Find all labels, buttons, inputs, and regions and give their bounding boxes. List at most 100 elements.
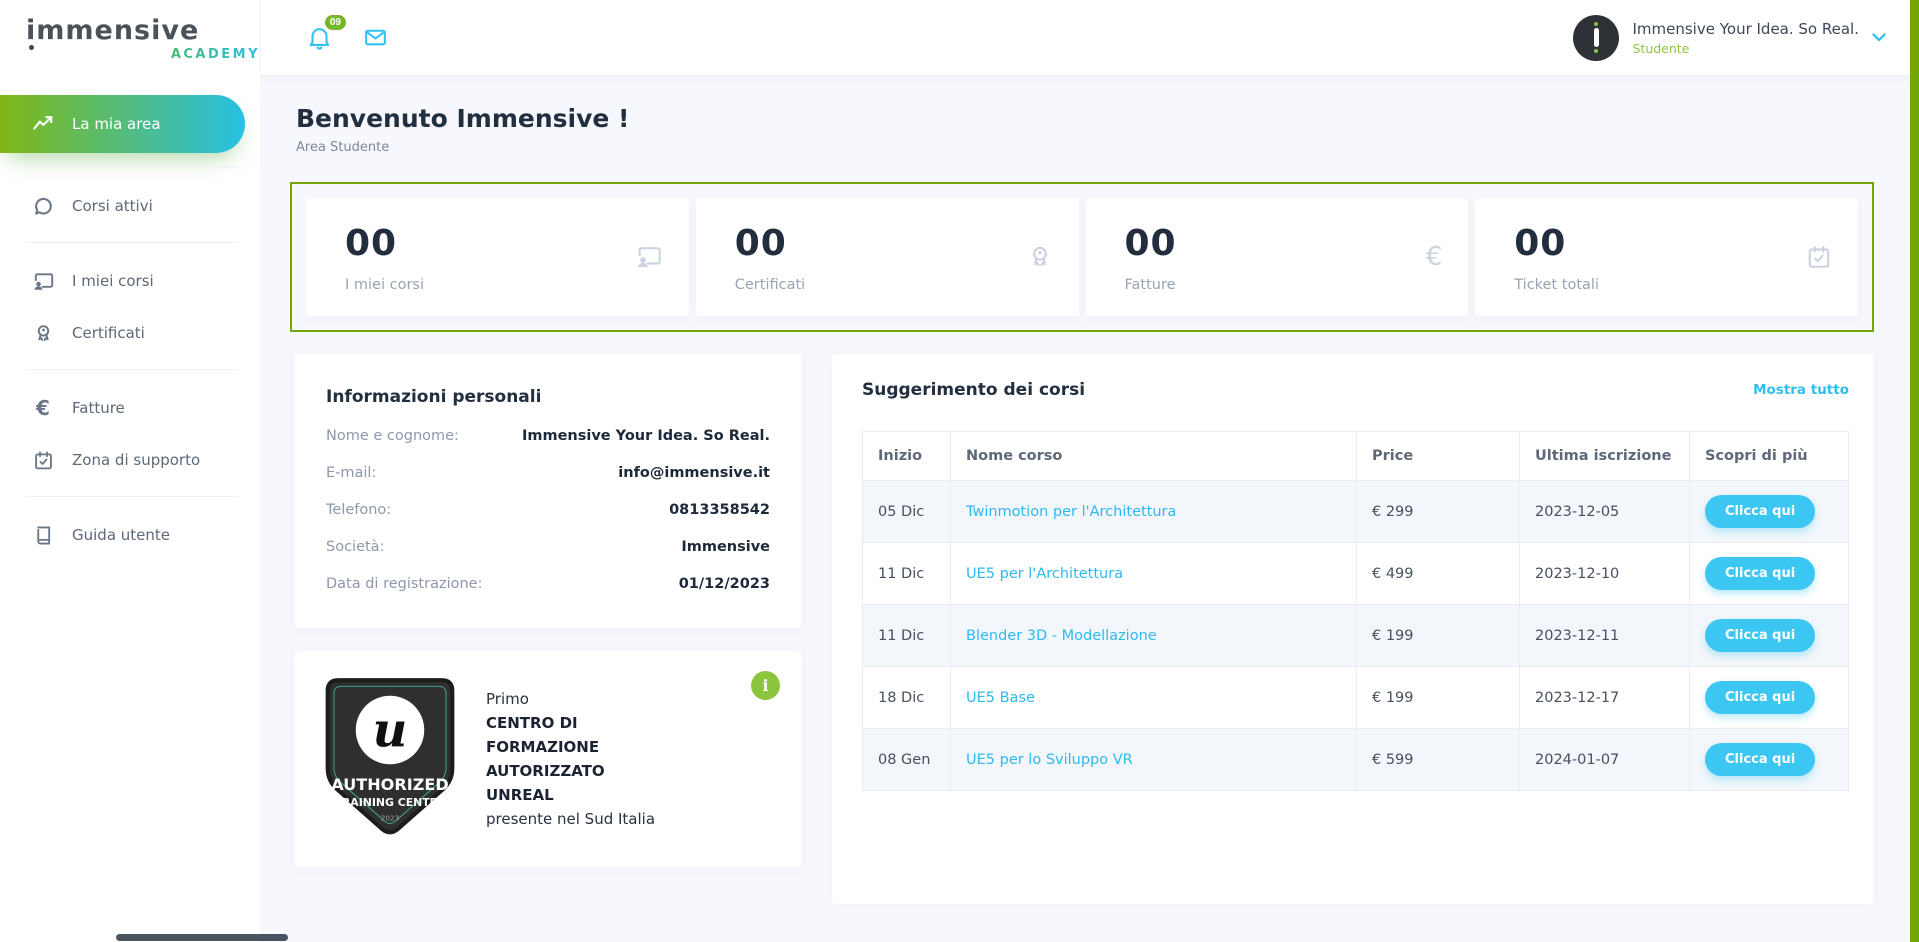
clicca-qui-button[interactable]: Clicca qui	[1705, 681, 1815, 714]
table-row: 11 Dic Blender 3D - Modellazione € 199 2…	[863, 605, 1849, 667]
clicca-qui-button[interactable]: Clicca qui	[1705, 557, 1815, 590]
cell-last-enroll: 2024-01-07	[1520, 729, 1690, 791]
stat-label: Certificati	[735, 277, 1049, 293]
cell-start: 11 Dic	[863, 605, 951, 667]
chat-bubble-icon	[31, 196, 55, 217]
screen-user-icon	[635, 243, 663, 271]
stat-value: 00	[345, 223, 659, 264]
info-icon[interactable]: i	[751, 671, 780, 700]
user-menu[interactable]: Immensive Your Idea. So Real. Studente	[1573, 15, 1886, 61]
sidebar-item-certificati[interactable]: Certificati	[0, 311, 260, 355]
cell-last-enroll: 2023-12-11	[1520, 605, 1690, 667]
page-header: Benvenuto Immensive ! Area Studente	[260, 76, 1910, 155]
unreal-bold-line: CENTRO DI	[486, 711, 655, 735]
cell-start: 08 Gen	[863, 729, 951, 791]
svg-text:TRAINING CENTER: TRAINING CENTER	[335, 796, 447, 809]
info-label: Data di registrazione:	[326, 576, 482, 592]
sidebar-item-fatture[interactable]: € Fatture	[0, 386, 260, 430]
avatar	[1573, 15, 1619, 61]
course-link[interactable]: UE5 per l'Architettura	[966, 566, 1123, 582]
sidebar-item-label: I miei corsi	[72, 272, 154, 290]
info-row-nome: Nome e cognome: Immensive Your Idea. So …	[326, 428, 770, 444]
cell-start: 05 Dic	[863, 481, 951, 543]
info-value: Immensive	[681, 539, 770, 555]
course-suggestions-card: Suggerimento dei corsi Mostra tutto Iniz…	[832, 354, 1874, 904]
sidebar-item-la-mia-area[interactable]: La mia area	[0, 95, 245, 153]
medal-icon	[31, 323, 55, 344]
stat-label: Ticket totali	[1514, 277, 1828, 293]
left-column: Informazioni personali Nome e cognome: I…	[294, 354, 802, 867]
unreal-intro: Primo	[486, 687, 655, 711]
main-content: Benvenuto Immensive ! Area Studente 00 I…	[260, 76, 1910, 942]
cell-last-enroll: 2023-12-10	[1520, 543, 1690, 605]
page-title: Benvenuto Immensive !	[296, 104, 1910, 133]
envelope-icon	[363, 25, 388, 50]
info-row-societa: Società: Immensive	[326, 539, 770, 555]
info-value: Immensive Your Idea. So Real.	[522, 428, 770, 444]
clicca-qui-button[interactable]: Clicca qui	[1705, 743, 1815, 776]
euro-icon: €	[1426, 242, 1443, 272]
sidebar: immensive ACADEMY La mia area Corsi atti…	[0, 0, 260, 942]
info-label: Società:	[326, 539, 384, 555]
table-row: 05 Dic Twinmotion per l'Architettura € 2…	[863, 481, 1849, 543]
column-header-inizio: Inizio	[863, 432, 951, 481]
column-header-price: Price	[1357, 432, 1520, 481]
stat-label: Fatture	[1125, 277, 1439, 293]
notifications-button[interactable]: 09	[306, 24, 333, 51]
sidebar-item-label: Corsi attivi	[72, 197, 153, 215]
sidebar-item-i-miei-corsi[interactable]: I miei corsi	[0, 259, 260, 303]
sidebar-item-guida-utente[interactable]: Guida utente	[0, 513, 260, 557]
info-value: 0813358542	[669, 502, 770, 518]
info-row-email: E-mail: info@immensive.it	[326, 465, 770, 481]
unreal-bold-line: AUTORIZZATO	[486, 759, 655, 783]
messages-button[interactable]	[363, 25, 388, 50]
sidebar-item-label: Fatture	[72, 399, 125, 417]
info-row-registrazione: Data di registrazione: 01/12/2023	[326, 576, 770, 592]
stat-card-certificati[interactable]: 00 Certificati	[696, 198, 1079, 316]
course-link[interactable]: Twinmotion per l'Architettura	[966, 504, 1176, 520]
course-link[interactable]: UE5 Base	[966, 690, 1035, 706]
sidebar-item-zona-di-supporto[interactable]: Zona di supporto	[0, 438, 260, 482]
course-link[interactable]: Blender 3D - Modellazione	[966, 628, 1157, 644]
show-all-link[interactable]: Mostra tutto	[1753, 382, 1849, 398]
course-link[interactable]: UE5 per lo Sviluppo VR	[966, 752, 1133, 768]
medal-icon	[1027, 244, 1053, 270]
cell-price: € 599	[1357, 729, 1520, 791]
unreal-authorized-training-center-badge: u AUTHORIZED TRAINING CENTER 2023	[320, 675, 460, 839]
user-name: Immensive Your Idea. So Real.	[1632, 20, 1859, 38]
cell-price: € 499	[1357, 543, 1520, 605]
info-value: info@immensive.it	[618, 465, 770, 481]
table-row: 18 Dic UE5 Base € 199 2023-12-17 Clicca …	[863, 667, 1849, 729]
line-chart-icon	[31, 113, 55, 135]
stat-card-ticket[interactable]: 00 Ticket totali	[1475, 198, 1858, 316]
sidebar-item-corsi-attivi[interactable]: Corsi attivi	[0, 184, 260, 228]
sidebar-item-label: La mia area	[72, 115, 161, 133]
brand-logo: immensive ACADEMY	[0, 0, 260, 76]
unreal-bold-line: UNREAL	[486, 783, 655, 807]
clicca-qui-button[interactable]: Clicca qui	[1705, 619, 1815, 652]
avatar-dot-bottom	[1594, 49, 1598, 53]
notification-count-badge: 09	[325, 15, 346, 30]
stat-value: 00	[735, 223, 1049, 264]
stat-card-fatture[interactable]: 00 Fatture €	[1086, 198, 1469, 316]
unreal-bold-line: FORMAZIONE	[486, 735, 655, 759]
user-role: Studente	[1632, 41, 1859, 56]
personal-info-title: Informazioni personali	[326, 387, 770, 407]
cell-start: 11 Dic	[863, 543, 951, 605]
right-column: Suggerimento dei corsi Mostra tutto Iniz…	[832, 354, 1874, 904]
table-header-row: Inizio Nome corso Price Ultima iscrizion…	[863, 432, 1849, 481]
screen-user-icon	[31, 270, 55, 293]
calendar-check-icon	[31, 450, 55, 471]
clicca-qui-button[interactable]: Clicca qui	[1705, 495, 1815, 528]
stat-card-corsi[interactable]: 00 I miei corsi	[306, 198, 689, 316]
horizontal-scrollbar[interactable]	[116, 934, 288, 941]
sidebar-item-label: Certificati	[72, 324, 145, 342]
svg-text:u: u	[373, 703, 408, 759]
table-row: 11 Dic UE5 per l'Architettura € 499 2023…	[863, 543, 1849, 605]
table-row: 08 Gen UE5 per lo Sviluppo VR € 599 2024…	[863, 729, 1849, 791]
cell-price: € 299	[1357, 481, 1520, 543]
vertical-scrollbar[interactable]	[1910, 0, 1919, 942]
page-subtitle: Area Studente	[296, 140, 1910, 155]
divider	[26, 496, 238, 497]
brand-name: immensive	[26, 16, 199, 46]
